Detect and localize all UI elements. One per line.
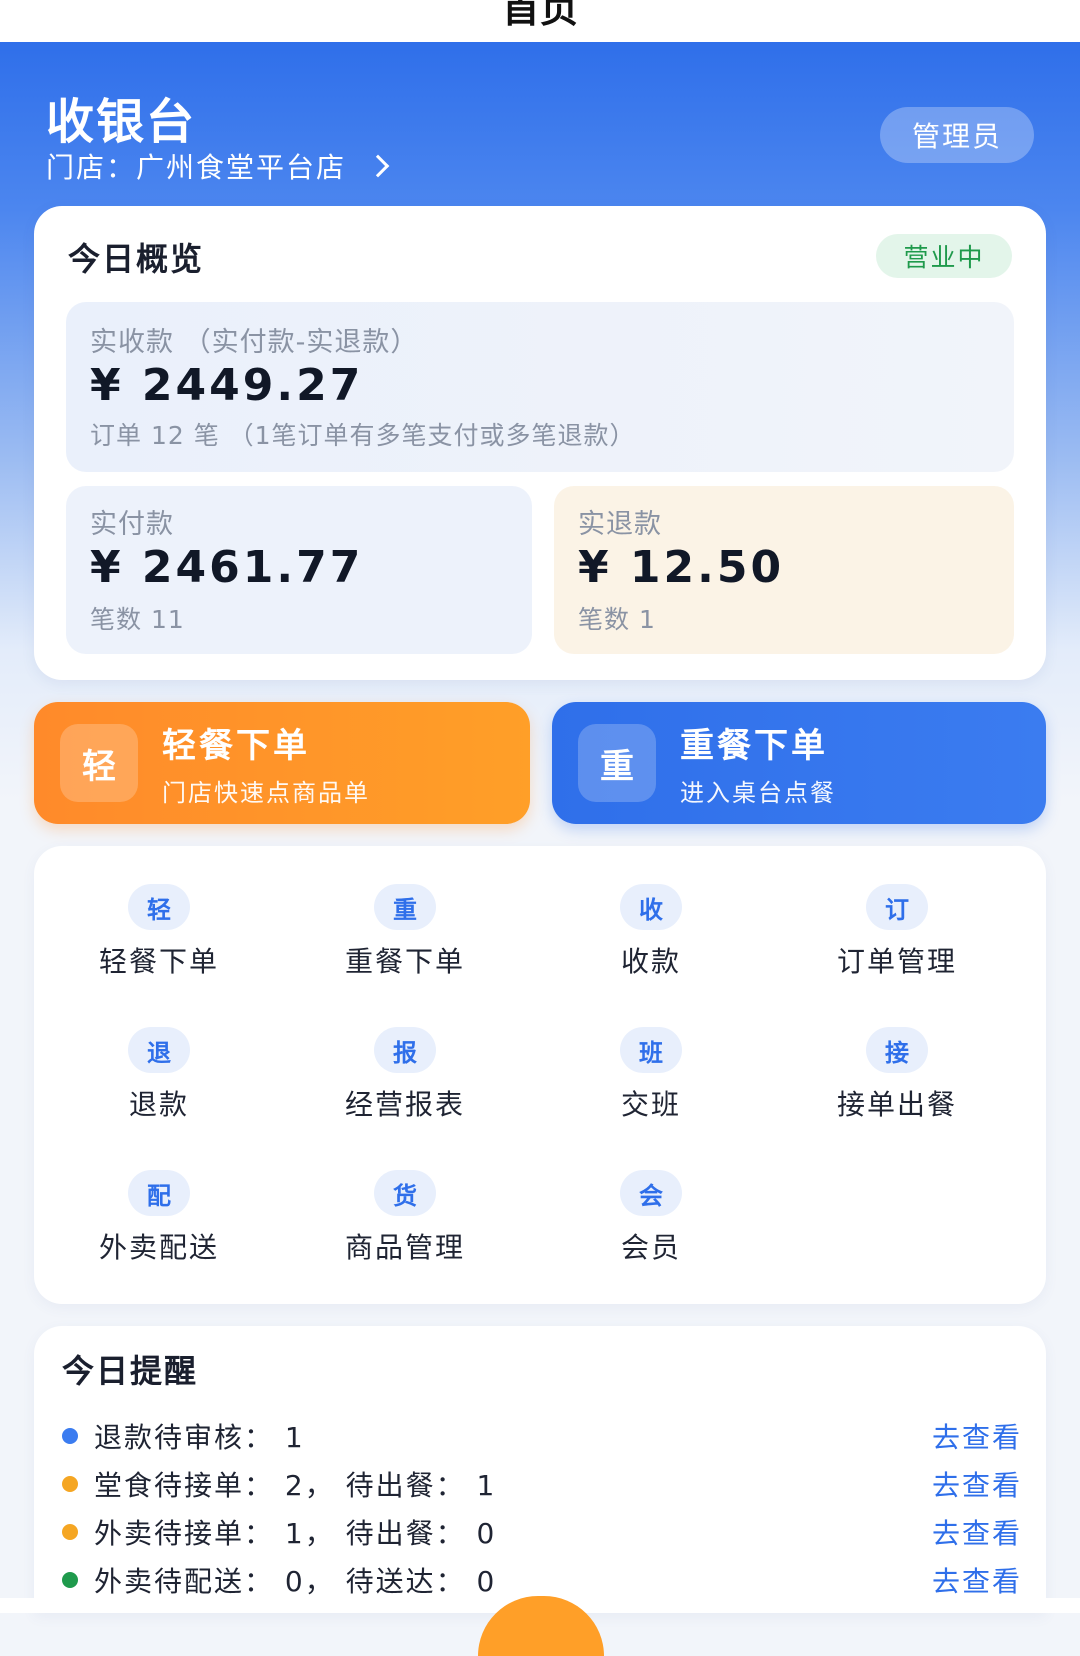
light-meal-order-button[interactable]: 轻 轻餐下单 门店快速点商品单 [34,702,530,824]
grid-item-label: 重餐下单 [344,945,465,978]
grid-item-label: 会员 [620,1231,681,1264]
view-link[interactable]: 去查看 [932,1560,1022,1600]
light-meal-grid-icon: 轻 [128,884,190,930]
status-dot-icon [62,1524,78,1540]
nav-title: 首页 [501,0,578,31]
role-badge[interactable]: 管理员 [880,107,1034,163]
top-nav-bar: 首页 [0,0,1080,42]
grid-item-members[interactable]: 会 会员 [531,1170,771,1290]
heavy-meal-title: 重餐下单 [680,726,828,766]
refund-label: 实退款 [578,509,662,540]
net-received-label: 实收款 （实付款-实退款） [90,327,419,358]
heavy-meal-subtitle: 进入桌台点餐 [680,779,836,807]
delivery-icon: 配 [128,1170,190,1216]
members-icon: 会 [620,1170,682,1216]
grid-item-light-meal[interactable]: 轻 轻餐下单 [39,884,279,1004]
grid-item-label: 退款 [128,1088,189,1121]
grid-item-shift-handover[interactable]: 班 交班 [531,1027,771,1147]
reminder-text: 堂食待接单： 2， 待出餐： 1 [94,1469,497,1502]
function-grid: 轻 轻餐下单 重 重餐下单 收 收款 订 订单管理 退 退款 报 经营报表 班 … [34,846,1046,1304]
view-link[interactable]: 去查看 [932,1464,1022,1504]
light-meal-icon: 轻 [60,724,138,802]
reminder-row: 堂食待接单： 2， 待出餐： 1 去查看 [62,1464,1022,1504]
overview-title: 今日概览 [68,240,205,278]
reminder-text: 外卖待配送： 0， 待送达： 0 [94,1565,497,1598]
refund-panel: 实退款 ¥ 12.50 笔数 1 [554,486,1014,654]
net-received-order-count: 订单 12 笔 （1笔订单有多笔支付或多笔退款） [90,421,636,450]
grid-item-collect-payment[interactable]: 收 收款 [531,884,771,1004]
reminder-row: 外卖待配送： 0， 待送达： 0 去查看 [62,1560,1022,1600]
store-label: 门店： [46,151,137,184]
paid-amount: ¥ 2461.77 [90,542,364,593]
product-management-icon: 货 [374,1170,436,1216]
reminder-row: 退款待审核： 1 去查看 [62,1416,1022,1456]
refund-icon: 退 [128,1027,190,1073]
order-management-icon: 订 [866,884,928,930]
paid-panel: 实付款 ¥ 2461.77 笔数 11 [66,486,532,654]
today-overview-card: 今日概览 营业中 实收款 （实付款-实退款） ¥ 2449.27 订单 12 笔… [34,206,1046,680]
reminder-text: 外卖待接单： 1， 待出餐： 0 [94,1517,497,1550]
refund-count: 笔数 1 [578,605,656,634]
grid-item-refund[interactable]: 退 退款 [39,1027,279,1147]
view-link[interactable]: 去查看 [932,1512,1022,1552]
today-reminders-card: 今日提醒 退款待审核： 1 去查看 堂食待接单： 2， 待出餐： 1 去查看 外… [34,1326,1046,1613]
net-received-panel: 实收款 （实付款-实退款） ¥ 2449.27 订单 12 笔 （1笔订单有多笔… [66,302,1014,472]
grid-item-label: 轻餐下单 [98,945,219,978]
grid-item-label: 订单管理 [836,945,957,978]
heavy-meal-grid-icon: 重 [374,884,436,930]
reminders-title: 今日提醒 [62,1352,199,1390]
business-report-icon: 报 [374,1027,436,1073]
grid-item-label: 经营报表 [344,1088,465,1121]
store-selector[interactable]: 门店： 广州食堂平台店 [46,146,390,186]
grid-item-accept-orders[interactable]: 接 接单出餐 [777,1027,1017,1147]
store-name: 广州食堂平台店 [136,151,347,184]
status-badge: 营业中 [876,234,1012,278]
collect-payment-icon: 收 [620,884,682,930]
grid-item-delivery[interactable]: 配 外卖配送 [39,1170,279,1290]
grid-item-order-management[interactable]: 订 订单管理 [777,884,1017,1004]
grid-item-label: 收款 [620,945,681,978]
net-received-amount: ¥ 2449.27 [90,360,364,411]
status-dot-icon [62,1572,78,1588]
grid-item-label: 商品管理 [344,1231,465,1264]
grid-item-heavy-meal[interactable]: 重 重餐下单 [285,884,525,1004]
grid-item-label: 接单出餐 [836,1088,957,1121]
page-title: 收银台 [46,94,197,150]
status-dot-icon [62,1428,78,1444]
grid-item-product-management[interactable]: 货 商品管理 [285,1170,525,1290]
grid-item-label: 外卖配送 [98,1231,219,1264]
paid-label: 实付款 [90,509,174,540]
reminder-text: 退款待审核： 1 [94,1421,305,1454]
accept-orders-icon: 接 [866,1027,928,1073]
light-meal-title: 轻餐下单 [162,726,310,766]
view-link[interactable]: 去查看 [932,1416,1022,1456]
reminder-row: 外卖待接单： 1， 待出餐： 0 去查看 [62,1512,1022,1552]
paid-count: 笔数 11 [90,605,185,634]
light-meal-subtitle: 门店快速点商品单 [162,779,370,807]
grid-item-label: 交班 [620,1088,681,1121]
heavy-meal-icon: 重 [578,724,656,802]
status-dot-icon [62,1476,78,1492]
shift-handover-icon: 班 [620,1027,682,1073]
refund-amount: ¥ 12.50 [578,542,785,593]
chevron-right-icon [366,154,390,178]
grid-item-business-report[interactable]: 报 经营报表 [285,1027,525,1147]
heavy-meal-order-button[interactable]: 重 重餐下单 进入桌台点餐 [552,702,1046,824]
